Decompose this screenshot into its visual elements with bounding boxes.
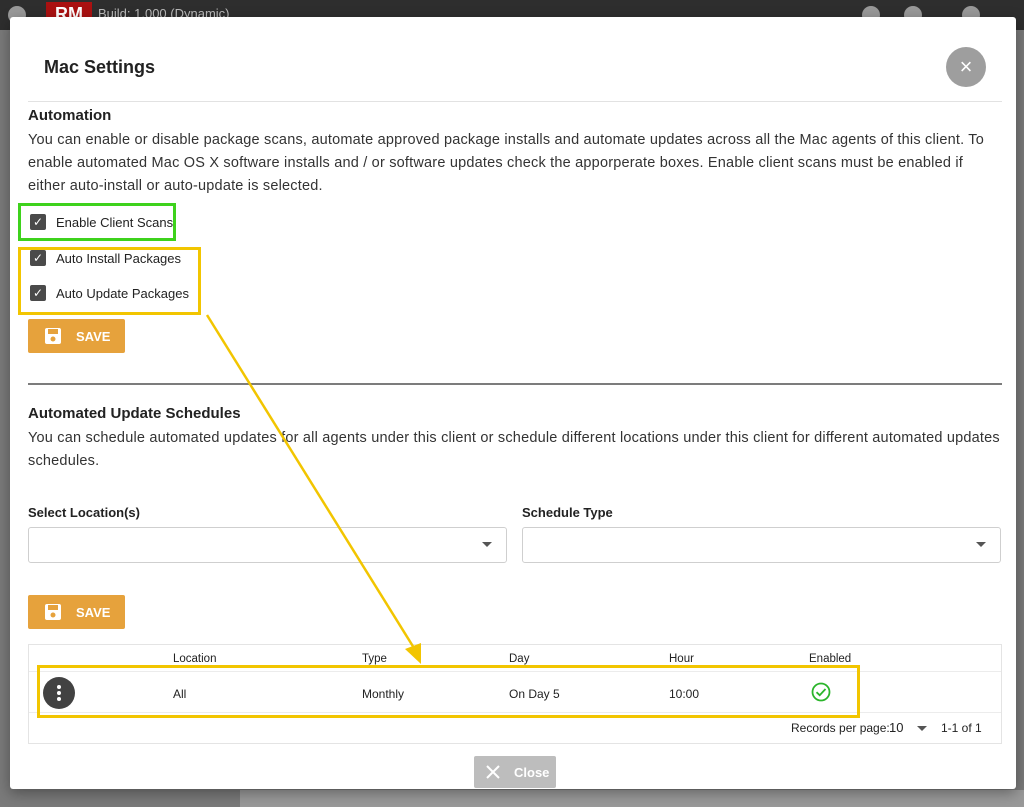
column-header-enabled: Enabled [809,653,852,665]
close-icon [486,765,500,779]
automation-title: Automation [28,107,112,124]
automation-save-button[interactable]: SAVE [28,319,125,353]
save-icon [45,328,61,344]
schedule-save-button[interactable]: SAVE [28,595,125,629]
chevron-down-icon [917,726,927,731]
header-divider [28,101,1002,102]
records-per-page-label: Records per page: [791,721,890,735]
checkbox-label: Auto Update Packages [56,285,189,301]
schedule-type-label: Schedule Type [522,505,613,520]
enable-client-scans-checkbox[interactable]: ✓ Enable Client Scans [30,212,173,232]
save-label: SAVE [76,604,111,620]
background-panel [240,790,1024,807]
checkmark-icon: ✓ [30,214,46,230]
pagination-range: 1-1 of 1 [941,721,982,735]
schedule-type-select[interactable] [522,527,1001,563]
schedules-title: Automated Update Schedules [28,405,241,422]
location-label: Select Location(s) [28,505,140,520]
save-label: SAVE [76,328,111,344]
mac-settings-dialog: Mac Settings × Automation You can enable… [10,17,1016,789]
section-divider [28,383,1002,385]
checkmark-icon: ✓ [30,250,46,266]
column-header-type: Type [362,653,387,665]
chevron-down-icon [976,542,986,547]
auto-install-packages-checkbox[interactable]: ✓ Auto Install Packages [30,248,181,268]
dialog-title: Mac Settings [44,57,156,77]
save-icon [45,604,61,620]
close-label: Close [514,764,550,780]
location-select[interactable] [28,527,507,563]
highlight-schedule-row [37,665,860,718]
auto-update-packages-checkbox[interactable]: ✓ Auto Update Packages [30,283,189,303]
close-icon[interactable]: × [946,47,986,87]
schedules-description: You can schedule automated updates for a… [28,430,1000,469]
checkmark-icon: ✓ [30,285,46,301]
checkbox-label: Enable Client Scans [56,214,174,230]
chevron-down-icon [482,542,492,547]
close-button[interactable]: Close [474,756,556,788]
records-per-page-select[interactable]: 10 [889,720,903,735]
column-header-day: Day [509,653,530,665]
column-header-location: Location [173,653,217,665]
automation-description: You can enable or disable package scans,… [28,132,984,194]
column-header-hour: Hour [669,653,694,665]
checkbox-label: Auto Install Packages [56,250,182,266]
